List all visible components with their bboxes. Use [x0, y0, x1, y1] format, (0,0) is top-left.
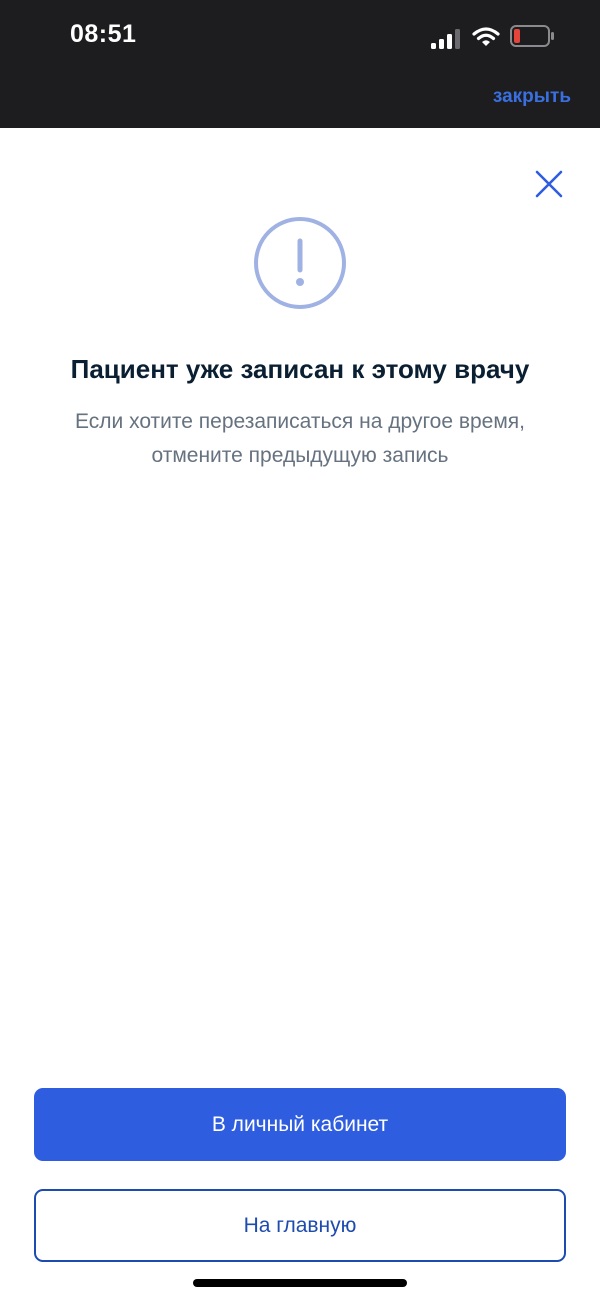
battery-low-icon — [510, 25, 554, 47]
dialog-title: Пациент уже записан к этому врачу — [70, 354, 530, 384]
home-indicator — [193, 1279, 407, 1287]
wifi-icon — [472, 27, 500, 46]
close-link[interactable]: закрыть — [493, 86, 571, 108]
home-button[interactable]: На главную — [34, 1189, 566, 1262]
exclamation-circle-icon — [254, 217, 346, 309]
subtitle-line-2: отмените предыдущую запись — [151, 444, 449, 467]
dialog-subtitle: Если хотите перезаписаться на другое вре… — [40, 405, 560, 473]
top-bar: 08:51 закрыть — [0, 0, 600, 128]
subtitle-line-1: Если хотите перезаписаться на другое вре… — [74, 410, 525, 433]
status-time: 08:51 — [70, 20, 137, 48]
close-icon[interactable] — [533, 168, 565, 200]
personal-account-button[interactable]: В личный кабинет — [34, 1088, 566, 1161]
cellular-signal-icon — [431, 29, 460, 49]
